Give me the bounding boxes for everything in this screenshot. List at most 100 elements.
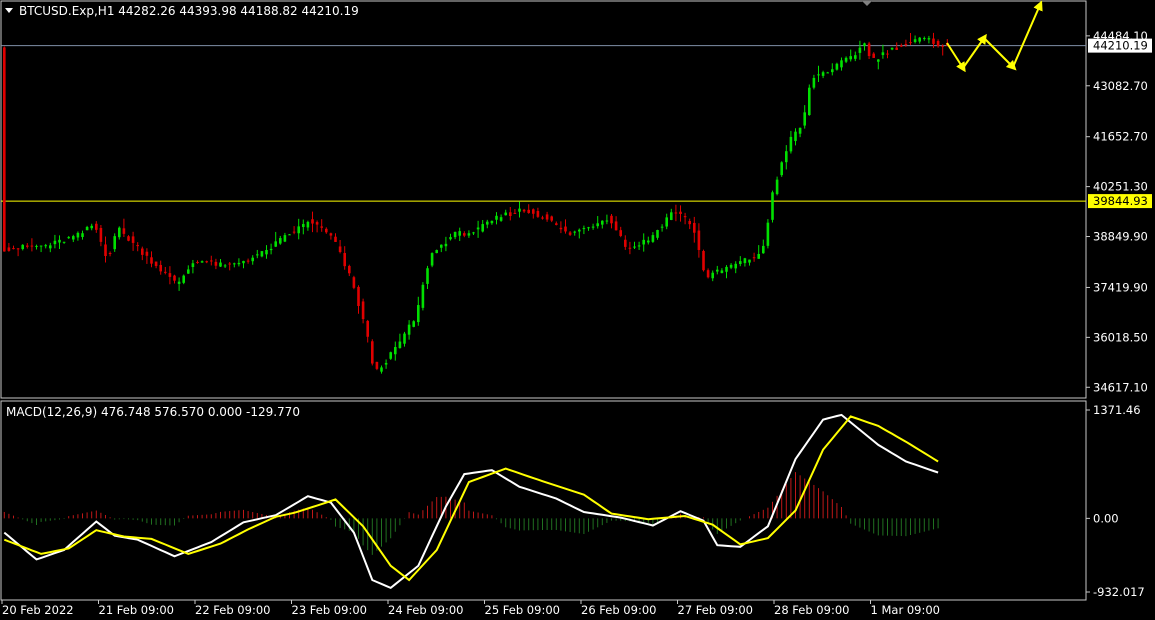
candle-body <box>380 367 383 372</box>
candle-body <box>3 47 6 252</box>
candle-body <box>555 223 558 225</box>
candle-body <box>936 41 940 47</box>
candle-body <box>752 257 756 259</box>
candle-body <box>113 236 116 250</box>
candle-body <box>223 265 227 267</box>
candle-body <box>95 223 98 230</box>
candle-body <box>210 260 213 262</box>
candle-body <box>812 77 816 88</box>
candle-body <box>99 227 103 242</box>
candle-body <box>58 239 61 243</box>
candle-body <box>338 246 342 252</box>
candle-body <box>288 234 291 236</box>
candle-body <box>131 236 135 243</box>
candle-body <box>260 251 264 257</box>
candle-body <box>803 112 806 126</box>
candle-body <box>384 362 388 365</box>
candle-body <box>26 245 29 247</box>
time-tick-label: 23 Feb 09:00 <box>292 603 367 617</box>
time-tick-label: 28 Feb 09:00 <box>774 603 849 617</box>
candle-body <box>265 249 268 255</box>
candle-body <box>591 226 595 228</box>
candle-body <box>246 260 250 262</box>
time-tick-label: 21 Feb 09:00 <box>99 603 174 617</box>
candle-body <box>228 263 231 265</box>
candle-body <box>242 260 245 264</box>
candle-body <box>637 245 641 247</box>
candle-body <box>624 239 627 247</box>
candle-body <box>334 236 337 242</box>
candle-body <box>904 44 908 46</box>
candle-body <box>683 216 687 218</box>
candle-body <box>877 59 880 62</box>
candle-body <box>191 263 195 268</box>
candle-body <box>775 179 779 195</box>
candle-body <box>53 240 57 245</box>
candle-body <box>660 226 664 228</box>
candle-body <box>890 47 894 50</box>
candle-body <box>573 231 576 233</box>
candle-body <box>343 253 346 267</box>
candle-body <box>375 361 379 369</box>
candle-body <box>306 221 310 228</box>
candle-body <box>150 257 153 264</box>
candle-body <box>504 212 507 216</box>
candle-body <box>734 263 737 269</box>
candle-body <box>412 321 415 327</box>
chart-area[interactable]: BTCUSD.Exp,H1 44282.26 44393.98 44188.82… <box>0 0 1155 620</box>
candle-body <box>527 209 530 213</box>
candle-body <box>233 263 236 265</box>
candle-body <box>941 45 944 47</box>
candle-body <box>499 217 503 221</box>
candle-body <box>596 223 599 227</box>
price-tick-label: 36018.50 <box>1093 330 1148 344</box>
candle-body <box>108 253 112 255</box>
time-tick-label: 20 Feb 2022 <box>2 603 74 617</box>
candle-body <box>831 69 834 73</box>
candle-body <box>665 217 668 227</box>
candle-body <box>76 232 80 238</box>
candle-body <box>518 208 521 212</box>
candle-body <box>440 244 443 248</box>
candle-body <box>743 258 747 264</box>
candle-body <box>122 228 126 234</box>
candle-body <box>559 227 563 230</box>
candle-body <box>449 237 452 240</box>
candle-body <box>858 47 862 53</box>
candle-body <box>840 60 843 68</box>
time-tick-label: 27 Feb 09:00 <box>678 603 753 617</box>
candle-body <box>794 131 797 142</box>
candle-body <box>702 250 705 271</box>
candle-body <box>610 215 613 224</box>
macd-tick-label: -932.017 <box>1093 585 1145 599</box>
candle-body <box>104 244 107 257</box>
candle-body <box>35 245 38 247</box>
candle-body <box>256 254 259 256</box>
candle-body <box>403 333 406 344</box>
candle-body <box>633 246 636 248</box>
candle-body <box>279 238 282 244</box>
candle-body <box>16 248 20 250</box>
candle-body <box>62 241 66 243</box>
macd-tick-label: 1371.46 <box>1093 403 1141 417</box>
macd-label: MACD(12,26,9) 476.748 576.570 0.000 -129… <box>6 405 300 419</box>
candle-body <box>49 245 52 249</box>
candle-body <box>711 272 714 279</box>
candle-body <box>283 235 287 242</box>
candle-body <box>136 245 139 247</box>
candle-body <box>292 231 296 233</box>
candle-body <box>541 217 544 219</box>
candle-body <box>817 74 820 76</box>
candle-body <box>141 248 144 255</box>
candle-body <box>458 231 461 236</box>
candle-body <box>844 57 848 62</box>
candle-body <box>835 63 839 70</box>
candle-body <box>550 216 553 221</box>
chart-background <box>0 0 1155 620</box>
candle-body <box>481 224 484 232</box>
macd-tick-label: 0.00 <box>1093 511 1119 525</box>
candle-body <box>421 284 425 308</box>
candle-body <box>785 151 788 163</box>
candle-body <box>849 56 852 60</box>
candle-body <box>923 38 926 40</box>
